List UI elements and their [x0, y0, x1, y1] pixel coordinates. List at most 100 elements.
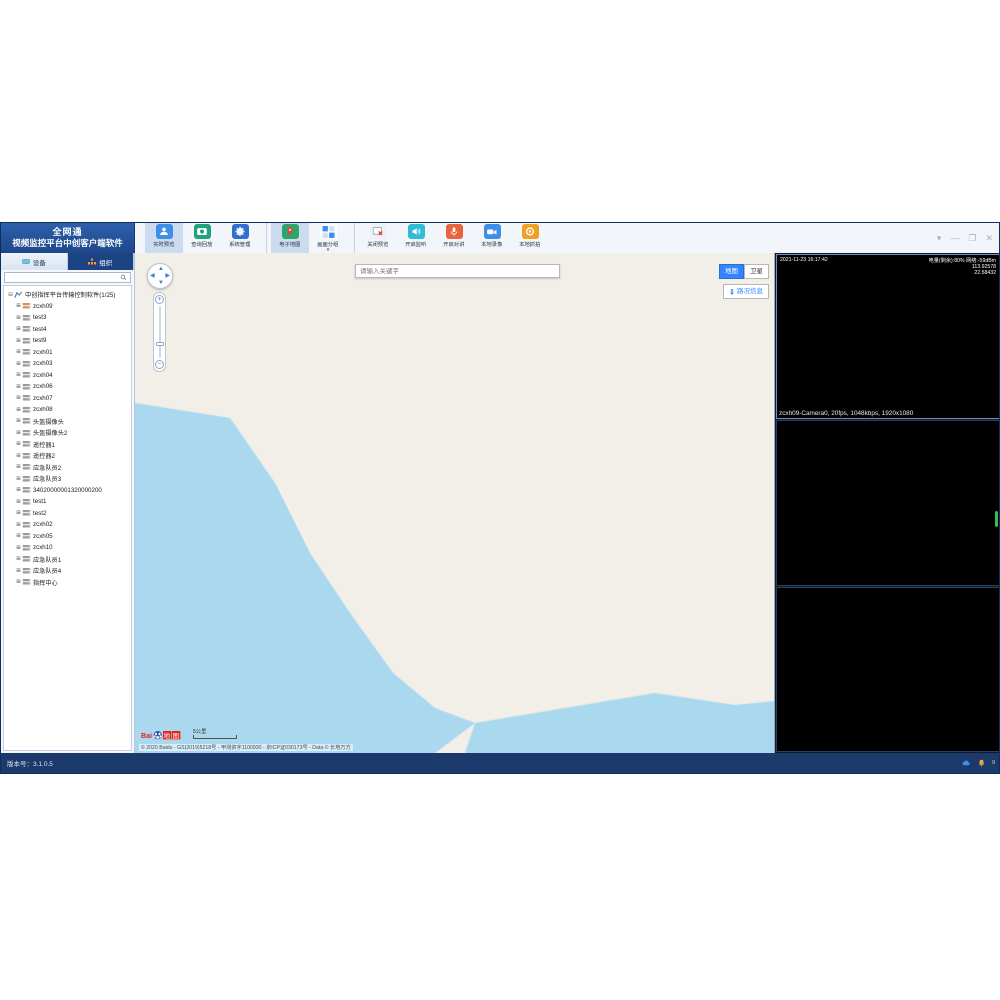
- pan-down-arrow[interactable]: ▼: [158, 280, 164, 286]
- map-search-box[interactable]: [355, 264, 560, 278]
- tree-item[interactable]: ⊞ test1: [6, 496, 129, 508]
- expander-icon[interactable]: ⊞: [15, 349, 22, 356]
- expander-icon[interactable]: ⊞: [15, 406, 22, 413]
- expander-icon[interactable]: ⊞: [15, 314, 22, 321]
- toolbar-button-system-management[interactable]: 系统管理: [221, 223, 259, 253]
- toolbar-button-screen-group[interactable]: 画面分组 ▾: [309, 223, 347, 253]
- tree-item[interactable]: ⊞ test2: [6, 508, 129, 520]
- video-cell-2[interactable]: [776, 420, 999, 586]
- tree-item[interactable]: ⊞ zcxh01: [6, 347, 129, 359]
- playback-icon: [193, 224, 211, 239]
- sidebar-tab-device[interactable]: 设备: [1, 253, 68, 270]
- toolbar-button-live-preview[interactable]: 实时预览: [145, 223, 183, 253]
- expander-icon[interactable]: ⊞: [15, 567, 22, 574]
- expander-icon[interactable]: ⊞: [15, 464, 22, 471]
- map-canvas[interactable]: [135, 253, 774, 753]
- map-type-map[interactable]: 地图: [719, 264, 744, 279]
- tree-item[interactable]: ⊞ test3: [6, 312, 129, 324]
- pan-left-arrow[interactable]: ◀: [150, 273, 155, 279]
- expander-icon[interactable]: ⊞: [15, 395, 22, 402]
- video-scroll-indicator[interactable]: [995, 511, 998, 528]
- toolbar-button-close-preview[interactable]: 关闭预览: [359, 223, 397, 253]
- map-traffic-button[interactable]: 路况信息: [723, 284, 769, 299]
- tree-item[interactable]: ⊞ zcxh10: [6, 542, 129, 554]
- tree-item[interactable]: ⊞ 头盔摄像头: [6, 416, 129, 428]
- sidebar-tab-organization[interactable]: 组织: [67, 253, 134, 270]
- tree-item[interactable]: ⊞ 头盔摄像头2: [6, 427, 129, 439]
- map-panel[interactable]: ▲ ▼ ◀ ▶ + − 地图 卫星 路况信息: [135, 253, 775, 753]
- tree-item[interactable]: ⊞ 应急队员2: [6, 462, 129, 474]
- search-box[interactable]: [4, 272, 131, 283]
- expander-icon[interactable]: ⊞: [15, 533, 22, 540]
- tree-item[interactable]: ⊞ zcxh05: [6, 531, 129, 543]
- menu-dropdown-icon[interactable]: ▾: [937, 233, 942, 243]
- close-icon[interactable]: ✕: [985, 233, 993, 243]
- expander-icon[interactable]: ⊞: [15, 475, 22, 482]
- toolbar-button-enable-intercom[interactable]: 开启对讲: [435, 223, 473, 253]
- expander-icon[interactable]: ⊞: [15, 372, 22, 379]
- video-stream-1[interactable]: [777, 255, 999, 419]
- expander-icon[interactable]: ⊞: [15, 544, 22, 551]
- map-type-satellite[interactable]: 卫星: [744, 264, 769, 279]
- bell-icon[interactable]: [978, 759, 985, 767]
- tree-item[interactable]: ⊞ test4: [6, 324, 129, 336]
- map-zoom-slider[interactable]: + −: [153, 292, 166, 372]
- pan-right-arrow[interactable]: ▶: [165, 273, 170, 279]
- zoom-out-button[interactable]: −: [155, 360, 164, 369]
- expander-icon[interactable]: ⊞: [15, 303, 22, 310]
- expander-icon[interactable]: ⊞: [15, 418, 22, 425]
- pan-rose-icon[interactable]: ▲ ▼ ◀ ▶: [147, 263, 173, 289]
- tree-item[interactable]: ⊞ 应急队员3: [6, 473, 129, 485]
- map-pan-control[interactable]: ▲ ▼ ◀ ▶ + −: [147, 263, 173, 372]
- tree-item[interactable]: ⊞ zcxh07: [6, 393, 129, 405]
- expander-icon[interactable]: ⊟: [7, 291, 14, 298]
- pan-up-arrow[interactable]: ▲: [158, 266, 164, 272]
- tree-item[interactable]: ⊞ 34020000001320000200: [6, 485, 129, 497]
- tree-root-node[interactable]: ⊟ 中创指挥平台传输控制软件(1/25): [6, 289, 129, 301]
- expander-icon[interactable]: ⊞: [15, 510, 22, 517]
- maximize-icon[interactable]: ❐: [968, 233, 976, 243]
- expander-icon[interactable]: ⊞: [15, 337, 22, 344]
- expander-icon[interactable]: ⊞: [15, 521, 22, 528]
- expander-icon[interactable]: ⊞: [15, 429, 22, 436]
- tree-item[interactable]: ⊞ test9: [6, 335, 129, 347]
- expander-icon[interactable]: ⊞: [15, 556, 22, 563]
- expander-icon[interactable]: ⊞: [15, 498, 22, 505]
- expander-icon[interactable]: ⊞: [15, 452, 22, 459]
- expander-icon[interactable]: ⊞: [15, 579, 22, 586]
- toolbar-button-playback[interactable]: 查询回放: [183, 223, 221, 253]
- toolbar-button-enable-listen[interactable]: 开启监听: [397, 223, 435, 253]
- baidu-logo[interactable]: Bai 地 图: [141, 730, 181, 741]
- expander-icon[interactable]: ⊞: [15, 383, 22, 390]
- tree-item[interactable]: ⊞ zcxh02: [6, 519, 129, 531]
- tree-item[interactable]: ⊞ zcxh08: [6, 404, 129, 416]
- video-cell-1[interactable]: 2021-11-23 16:17:42 电量(剩余):80% 网络:-59dBm…: [776, 254, 999, 420]
- tree-item[interactable]: ⊞ zcxh03: [6, 358, 129, 370]
- tree-item[interactable]: ⊞ zcxh09: [6, 301, 129, 313]
- expander-icon[interactable]: ⊞: [15, 326, 22, 333]
- zoom-track[interactable]: [155, 306, 164, 358]
- tree-item[interactable]: ⊞ 指挥中心: [6, 577, 129, 589]
- search-icon[interactable]: [120, 274, 127, 281]
- minimize-icon[interactable]: —: [950, 233, 959, 243]
- search-input[interactable]: [8, 274, 120, 281]
- device-tree[interactable]: ⊟ 中创指挥平台传输控制软件(1/25) ⊞ zcxh09 ⊞ test3 ⊞ test4…: [3, 285, 132, 751]
- tree-item[interactable]: ⊞ zcxh06: [6, 381, 129, 393]
- tree-item[interactable]: ⊞ 遥控器2: [6, 450, 129, 462]
- video-cell-3[interactable]: [776, 586, 999, 752]
- tree-item[interactable]: ⊞ 应急队员1: [6, 554, 129, 566]
- toolbar-button-electronic-map[interactable]: 电子地图: [271, 223, 309, 253]
- tree-item[interactable]: ⊞ 应急队员4: [6, 565, 129, 577]
- tree-item[interactable]: ⊞ 遥控器1: [6, 439, 129, 451]
- expander-icon[interactable]: ⊞: [15, 360, 22, 367]
- expander-icon[interactable]: ⊞: [15, 487, 22, 494]
- tree-item[interactable]: ⊞ zcxh04: [6, 370, 129, 382]
- toolbar-button-local-record[interactable]: 本地录像: [473, 223, 511, 253]
- sidebar: 设备 组织 ⊟ 中创指挥平台传输控制软件(1/25) ⊞ zcxh09 ⊞ te…: [1, 253, 135, 753]
- map-search-input[interactable]: [360, 267, 555, 275]
- zoom-in-button[interactable]: +: [155, 295, 164, 304]
- zoom-knob[interactable]: [155, 342, 164, 346]
- toolbar-button-local-snapshot[interactable]: 本地抓拍: [511, 223, 549, 253]
- cloud-icon[interactable]: [962, 759, 971, 767]
- expander-icon[interactable]: ⊞: [15, 441, 22, 448]
